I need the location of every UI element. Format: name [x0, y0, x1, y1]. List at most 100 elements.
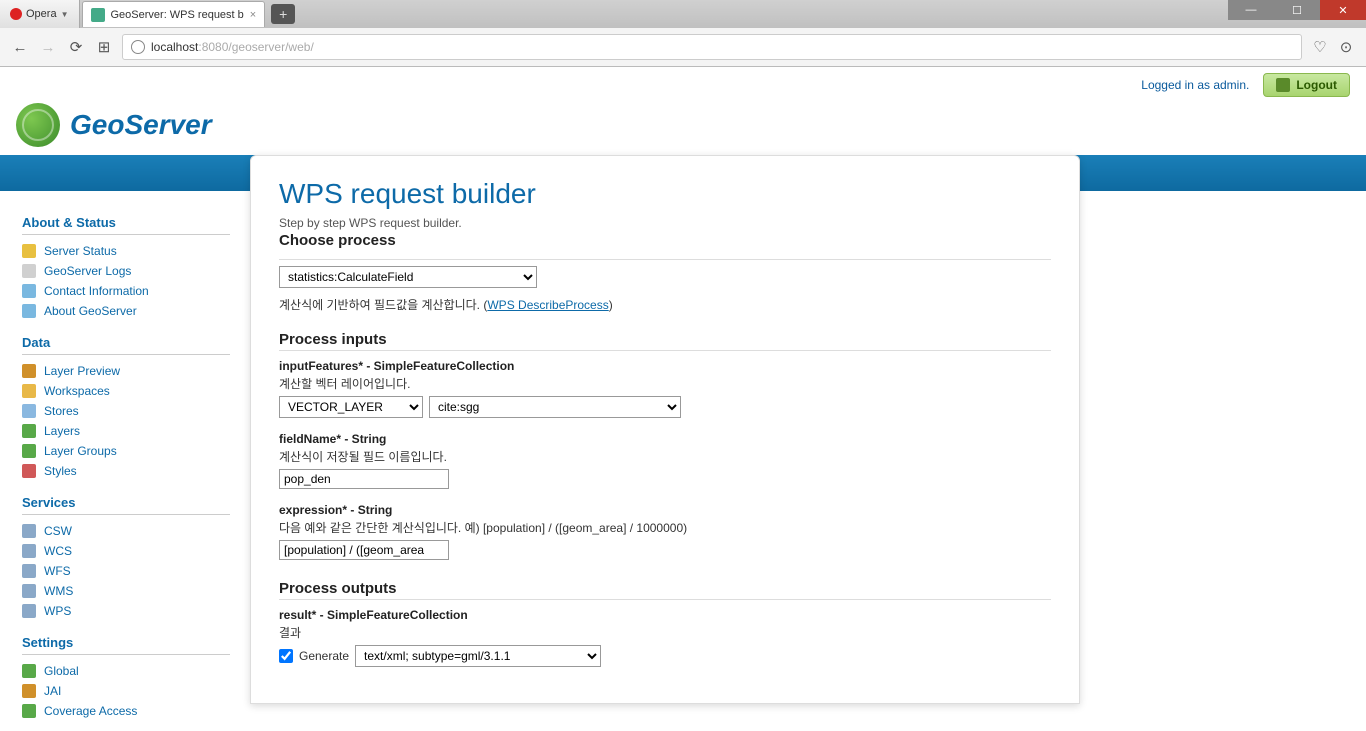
generate-label: Generate	[299, 649, 349, 663]
login-status: Logged in as admin.	[1141, 78, 1249, 92]
sidebar-item-global[interactable]: Global	[22, 661, 230, 681]
sidebar-item-label: About GeoServer	[44, 304, 137, 318]
url-path: /geoserver/web/	[228, 40, 313, 54]
browser-tab[interactable]: GeoServer: WPS request b ×	[82, 1, 266, 27]
sidebar-item-label: CSW	[44, 524, 72, 538]
sidebar-item-icon	[22, 664, 36, 678]
process-inputs-heading: Process inputs	[279, 331, 1051, 351]
sidebar-group: ServicesCSWWCSWFSWMSWPS	[22, 495, 230, 621]
sidebar-item-wms[interactable]: WMS	[22, 581, 230, 601]
forward-button[interactable]: →	[38, 37, 58, 57]
expression-input[interactable]	[279, 540, 449, 560]
tab-title: GeoServer: WPS request b	[111, 9, 244, 21]
downloads-button[interactable]: ⊙	[1336, 37, 1356, 57]
maximize-button[interactable]: ☐	[1274, 0, 1320, 20]
sidebar-item-icon	[22, 264, 36, 278]
sidebar-item-wcs[interactable]: WCS	[22, 541, 230, 561]
sidebar-item-label: Layer Groups	[44, 444, 117, 458]
output-format-select[interactable]: text/xml; subtype=gml/3.1.1	[355, 645, 601, 667]
sidebar-item-label: Global	[44, 664, 79, 678]
generate-checkbox[interactable]	[279, 649, 293, 663]
geoserver-logo[interactable]: GeoServer	[16, 103, 212, 147]
sidebar-item-server-status[interactable]: Server Status	[22, 241, 230, 261]
tabs-row: Opera ▼ GeoServer: WPS request b × + — ☐…	[0, 0, 1366, 28]
describe-process-link[interactable]: WPS DescribeProcess	[487, 298, 608, 312]
brand-title: GeoServer	[70, 109, 212, 141]
sidebar-heading: Settings	[22, 635, 230, 655]
sidebar-item-label: GeoServer Logs	[44, 264, 131, 278]
sidebar-heading: Data	[22, 335, 230, 355]
sidebar-item-coverage-access[interactable]: Coverage Access	[22, 701, 230, 721]
sidebar-item-contact-information[interactable]: Contact Information	[22, 281, 230, 301]
sidebar-item-icon	[22, 584, 36, 598]
input-type-select[interactable]: VECTOR_LAYER	[279, 396, 423, 418]
geoserver-favicon-icon	[91, 8, 105, 22]
close-tab-icon[interactable]: ×	[250, 9, 256, 21]
input-features-field: inputFeatures* - SimpleFeatureCollection…	[279, 359, 1051, 418]
reload-button[interactable]: ⟳	[66, 37, 86, 57]
sidebar-item-icon	[22, 384, 36, 398]
input-features-help: 계산할 벡터 레이어입니다.	[279, 375, 1051, 392]
sidebar-item-jai[interactable]: JAI	[22, 681, 230, 701]
close-window-button[interactable]: ✕	[1320, 0, 1366, 20]
address-bar[interactable]: localhost:8080/geoserver/web/	[122, 34, 1302, 60]
sidebar-item-label: WMS	[44, 584, 73, 598]
sidebar-item-icon	[22, 604, 36, 618]
sidebar-item-icon	[22, 244, 36, 258]
sidebar-item-icon	[22, 544, 36, 558]
new-tab-button[interactable]: +	[271, 4, 295, 24]
page-subtitle: Step by step WPS request builder.	[279, 216, 1051, 230]
sidebar-item-workspaces[interactable]: Workspaces	[22, 381, 230, 401]
lock-icon	[1276, 78, 1290, 92]
url-port: :8080	[198, 40, 228, 54]
result-label: result* - SimpleFeatureCollection	[279, 608, 1051, 622]
back-button[interactable]: ←	[10, 37, 30, 57]
expression-help: 다음 예와 같은 간단한 계산식입니다. 예) [population] / (…	[279, 519, 1051, 536]
sidebar-item-wfs[interactable]: WFS	[22, 561, 230, 581]
chevron-down-icon: ▼	[61, 10, 69, 19]
process-desc-prefix: 계산식에 기반하여 필드값을 계산합니다. (	[279, 298, 487, 312]
fieldname-label: fieldName* - String	[279, 432, 1051, 446]
sidebar-item-wps[interactable]: WPS	[22, 601, 230, 621]
opera-menu-button[interactable]: Opera ▼	[0, 0, 80, 28]
sidebar-item-label: WFS	[44, 564, 71, 578]
speed-dial-button[interactable]: ⊞	[94, 37, 114, 57]
brand-header: GeoServer	[0, 103, 1366, 155]
sidebar-item-icon	[22, 364, 36, 378]
choose-process-heading: Choose process	[279, 232, 1051, 251]
fieldname-input[interactable]	[279, 469, 449, 489]
sidebar-item-label: Styles	[44, 464, 77, 478]
sidebar-heading: About & Status	[22, 215, 230, 235]
logout-button[interactable]: Logout	[1263, 73, 1350, 97]
page-body: Logged in as admin. Logout GeoServer Abo…	[0, 67, 1366, 731]
minimize-button[interactable]: —	[1228, 0, 1274, 20]
sidebar-item-layer-groups[interactable]: Layer Groups	[22, 441, 230, 461]
sidebar-item-icon	[22, 404, 36, 418]
top-bar: Logged in as admin. Logout	[0, 67, 1366, 103]
fieldname-field: fieldName* - String 계산식이 저장될 필드 이름입니다.	[279, 432, 1051, 489]
expression-label: expression* - String	[279, 503, 1051, 517]
sidebar-item-layers[interactable]: Layers	[22, 421, 230, 441]
sidebar-group: Settings Global JAICoverage Access	[22, 635, 230, 721]
sidebar-item-layer-preview[interactable]: Layer Preview	[22, 361, 230, 381]
address-right: ♡ ⊙	[1310, 37, 1356, 57]
result-field: result* - SimpleFeatureCollection 결과 Gen…	[279, 608, 1051, 667]
bookmark-button[interactable]: ♡	[1310, 37, 1330, 57]
sidebar-item-stores[interactable]: Stores	[22, 401, 230, 421]
process-select[interactable]: statistics:CalculateField	[279, 266, 537, 288]
sidebar-item-styles[interactable]: Styles	[22, 461, 230, 481]
opera-icon	[10, 8, 22, 20]
sidebar-group: Data Layer PreviewWorkspacesStoresLayers L…	[22, 335, 230, 481]
sidebar-item-about-geoserver[interactable]: About GeoServer	[22, 301, 230, 321]
sidebar-item-icon	[22, 704, 36, 718]
url-host: localhost	[151, 40, 198, 54]
sidebar-item-icon	[22, 304, 36, 318]
expression-field: expression* - String 다음 예와 같은 간단한 계산식입니다…	[279, 503, 1051, 560]
divider	[279, 259, 1051, 260]
sidebar-item-geoserver-logs[interactable]: GeoServer Logs	[22, 261, 230, 281]
sidebar-item-label: Contact Information	[44, 284, 149, 298]
layer-select[interactable]: cite:sgg	[429, 396, 681, 418]
window-controls: — ☐ ✕	[1228, 0, 1366, 20]
main-panel: WPS request builder Step by step WPS req…	[250, 155, 1080, 704]
sidebar-item-csw[interactable]: CSW	[22, 521, 230, 541]
